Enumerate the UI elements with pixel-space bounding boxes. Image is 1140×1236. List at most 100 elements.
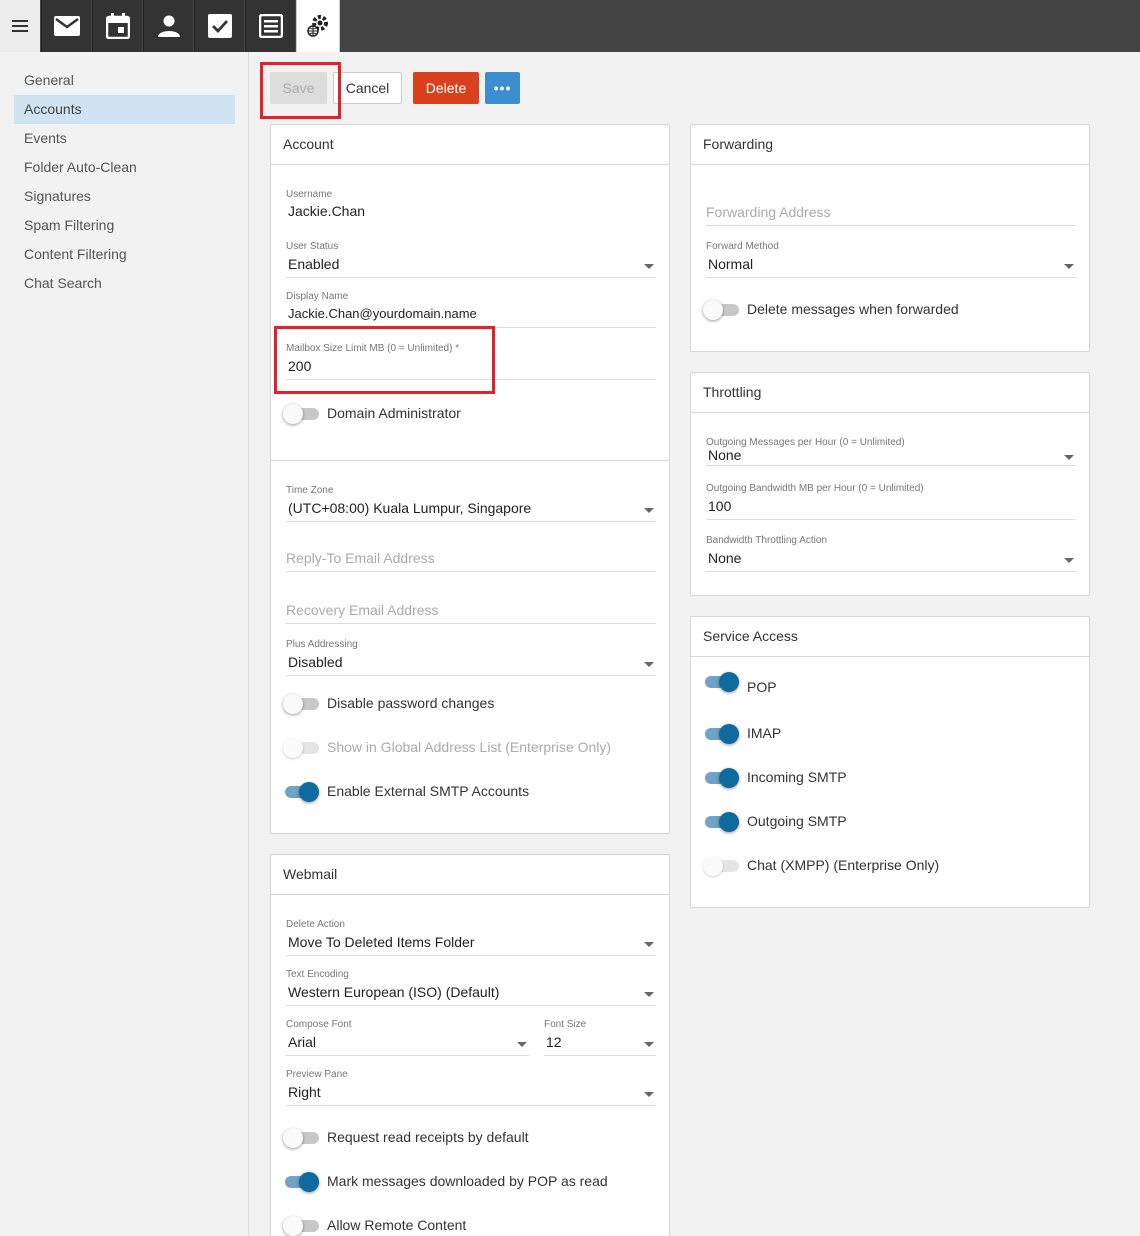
display-name-field[interactable]: Display Name Jackie.Chan@yourdomain.name [286,291,656,328]
reply-to-email-placeholder: Reply-To Email Address [286,550,435,566]
compose-font-value: Arial [288,1034,317,1050]
compose-font-label: Compose Font [286,1019,352,1030]
outgoing-messages-select[interactable]: Outgoing Messages per Hour (0 = Unlimite… [706,437,1076,466]
forward-method-label: Forward Method [706,241,779,252]
throttling-card-title: Throttling [691,373,1089,413]
delete-button[interactable]: Delete [413,72,479,104]
time-zone-select[interactable]: Time Zone (UTC+08:00) Kuala Lumpur, Sing… [286,485,656,522]
incoming-smtp-label: Incoming SMTP [747,769,847,785]
delete-action-label: Delete Action [286,919,345,930]
more-options-button[interactable]: ••• [485,72,520,104]
text-encoding-value: Western European (ISO) (Default) [288,984,500,1000]
chevron-down-icon [644,1042,654,1047]
username-value: Jackie.Chan [288,203,366,219]
font-size-value: 12 [546,1034,562,1050]
show-in-gal-toggle[interactable] [283,738,319,758]
mark-pop-read-toggle[interactable] [285,1172,319,1192]
domain-admin-label: Domain Administrator [327,405,461,421]
text-encoding-select[interactable]: Text Encoding Western European (ISO) (De… [286,969,656,1006]
top-bar [0,0,1140,52]
remote-content-label: Allow Remote Content [327,1217,467,1233]
sidebar-item-signatures[interactable]: Signatures [14,182,235,211]
read-receipts-toggle[interactable] [283,1128,319,1148]
save-highlight-box [260,62,341,119]
delete-action-select[interactable]: Delete Action Move To Deleted Items Fold… [286,919,656,956]
time-zone-label: Time Zone [286,485,334,496]
service-access-card-title: Service Access [691,617,1089,657]
sidebar-item-general[interactable]: General [14,66,235,95]
sidebar-item-chat-search[interactable]: Chat Search [14,269,235,298]
forward-method-select[interactable]: Forward Method Normal [706,241,1076,278]
chevron-down-icon [1064,455,1074,460]
preview-pane-value: Right [288,1084,321,1100]
bandwidth-action-label: Bandwidth Throttling Action [706,535,828,546]
chat-xmpp-toggle[interactable] [703,856,739,876]
sidebar-item-content-filtering[interactable]: Content Filtering [14,240,235,269]
recovery-email-placeholder: Recovery Email Address [286,602,439,618]
chevron-down-icon [644,264,654,269]
sidebar-item-spam-filtering[interactable]: Spam Filtering [14,211,235,240]
sidebar-item-accounts[interactable]: Accounts [14,95,235,124]
preview-pane-label: Preview Pane [286,1069,348,1080]
plus-addressing-value: Disabled [288,654,343,670]
contacts-icon[interactable] [143,0,193,52]
tasks-icon[interactable] [194,0,244,52]
mailbox-highlight-box [274,326,495,394]
plus-addressing-select[interactable]: Plus Addressing Disabled [286,639,656,676]
section-divider [271,460,669,461]
chevron-down-icon [644,1092,654,1097]
chevron-down-icon [644,662,654,667]
notes-icon[interactable] [245,0,295,52]
outgoing-messages-value: None [708,447,742,463]
outgoing-bandwidth-value: 100 [708,498,732,514]
show-in-gal-label: Show in Global Address List (Enterprise … [327,739,612,755]
settings-icon[interactable] [296,0,340,52]
domain-admin-toggle[interactable] [283,404,319,424]
font-size-label: Font Size [544,1019,587,1030]
user-status-label: User Status [286,241,339,252]
preview-pane-select[interactable]: Preview Pane Right [286,1069,656,1106]
throttling-card: Throttling Outgoing Messages per Hour (0… [690,372,1090,596]
delete-when-forwarded-label: Delete messages when forwarded [747,301,959,317]
imap-label: IMAP [747,725,782,741]
read-receipts-label: Request read receipts by default [327,1129,529,1145]
time-zone-value: (UTC+08:00) Kuala Lumpur, Singapore [288,500,532,516]
delete-action-value: Move To Deleted Items Folder [288,934,475,950]
chat-xmpp-label: Chat (XMPP) (Enterprise Only) [747,857,940,873]
forwarding-address-field[interactable]: Forwarding Address [706,199,1076,226]
user-status-select[interactable]: User Status Enabled [286,241,656,278]
webmail-card-title: Webmail [271,855,669,895]
menu-icon[interactable] [0,0,40,52]
settings-sidebar: General Accounts Events Folder Auto-Clea… [0,52,249,1236]
external-smtp-toggle[interactable] [285,782,319,802]
incoming-smtp-toggle[interactable] [705,768,739,788]
mail-icon[interactable] [41,0,91,52]
calendar-icon[interactable] [92,0,142,52]
chevron-down-icon [1064,264,1074,269]
sidebar-item-events[interactable]: Events [14,124,235,153]
outgoing-smtp-toggle[interactable] [705,812,739,832]
username-label: Username [286,189,333,200]
mark-pop-read-label: Mark messages downloaded by POP as read [327,1173,608,1189]
outgoing-bandwidth-field[interactable]: Outgoing Bandwidth MB per Hour (0 = Unli… [706,483,1076,520]
bandwidth-action-value: None [708,550,742,566]
pop-toggle[interactable] [705,672,739,692]
bandwidth-action-select[interactable]: Bandwidth Throttling Action None [706,535,1076,572]
sidebar-item-folder-auto-clean[interactable]: Folder Auto-Clean [14,153,235,182]
chevron-down-icon [644,992,654,997]
forward-method-value: Normal [708,256,754,272]
remote-content-toggle[interactable] [283,1216,319,1236]
imap-toggle[interactable] [705,724,739,744]
recovery-email-field[interactable]: Recovery Email Address [286,597,656,624]
compose-font-select[interactable]: Compose Font Arial [286,1019,529,1056]
service-access-card: Service Access POP IMAP Incoming SMTP Ou… [690,616,1090,908]
disable-password-changes-toggle[interactable] [283,694,319,714]
reply-to-email-field[interactable]: Reply-To Email Address [286,545,656,572]
text-encoding-label: Text Encoding [286,969,349,980]
font-size-select[interactable]: Font Size 12 [544,1019,656,1056]
cancel-button[interactable]: Cancel [333,72,402,104]
delete-when-forwarded-toggle[interactable] [703,300,739,320]
forwarding-card-title: Forwarding [691,125,1089,165]
display-name-value: Jackie.Chan@yourdomain.name [288,306,477,321]
chevron-down-icon [1064,558,1074,563]
